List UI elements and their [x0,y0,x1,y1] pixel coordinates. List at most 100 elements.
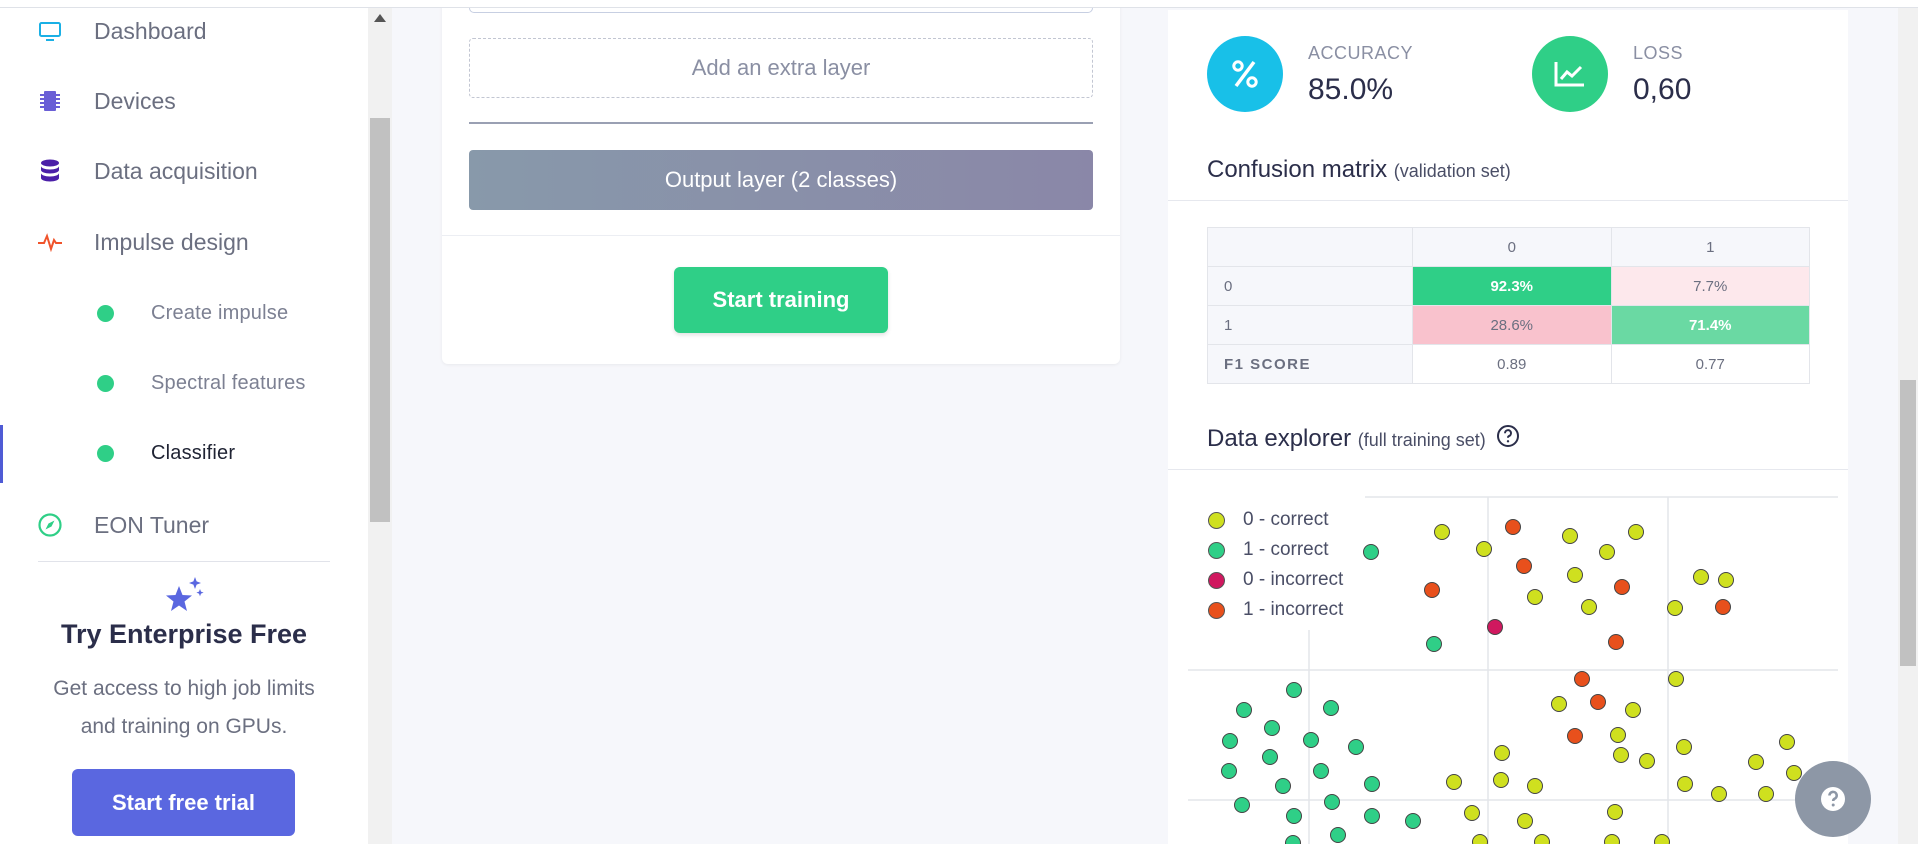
add-extra-layer-button[interactable]: Add an extra layer [469,38,1093,98]
table-row: 1 28.6% 71.4% [1207,305,1810,345]
point-0-correct[interactable] [1779,734,1795,750]
point-1-correct[interactable] [1330,827,1346,843]
point-0-correct[interactable] [1718,572,1734,588]
sidebar-item-label: Devices [94,87,176,114]
point-1-incorrect[interactable] [1614,579,1630,595]
point-0-correct[interactable] [1494,745,1510,761]
status-dot-icon [97,304,114,322]
point-1-correct[interactable] [1313,763,1329,779]
point-1-correct[interactable] [1285,835,1301,844]
point-0-correct[interactable] [1639,753,1655,769]
sidebar-item-devices[interactable]: Devices [0,71,368,131]
legend-item[interactable]: 1 - incorrect [1208,595,1343,625]
sidebar-subitem-label: Create impulse [151,301,289,324]
scroll-up-arrow-icon[interactable] [374,14,386,22]
point-0-correct[interactable] [1446,774,1462,790]
point-1-correct[interactable] [1303,732,1319,748]
point-1-incorrect[interactable] [1424,582,1440,598]
point-0-correct[interactable] [1534,834,1550,844]
point-1-correct[interactable] [1364,776,1380,792]
legend-item[interactable]: 0 - correct [1208,505,1343,535]
loss-value: 0,60 [1633,73,1692,106]
point-0-correct[interactable] [1464,805,1480,821]
sidebar-subitem-spectral-features[interactable]: Spectral features [0,355,368,411]
point-0-correct[interactable] [1517,813,1533,829]
sidebar-subitem-create-impulse[interactable]: Create impulse [0,285,368,341]
start-free-trial-button[interactable]: Start free trial [72,769,295,836]
loss-label: LOSS [1633,43,1684,63]
point-0-correct[interactable] [1527,589,1543,605]
point-0-correct[interactable] [1668,671,1684,687]
point-1-correct[interactable] [1323,700,1339,716]
legend-dot-icon [1208,511,1225,529]
point-1-correct[interactable] [1221,763,1237,779]
point-1-incorrect[interactable] [1516,558,1532,574]
point-1-correct[interactable] [1234,797,1250,813]
point-1-correct[interactable] [1286,682,1302,698]
chart-trend-icon [1532,36,1608,112]
confusion-matrix-table: 0 1 0 92.3% 7.7% 1 28.6% 71.4% F1 SCORE … [1207,227,1810,384]
point-0-incorrect[interactable] [1487,619,1503,635]
point-1-incorrect[interactable] [1590,694,1606,710]
sidebar-item-data-acquisition[interactable]: Data acquisition [0,141,368,201]
point-1-correct[interactable] [1275,778,1291,794]
point-1-correct[interactable] [1262,749,1278,765]
legend-item[interactable]: 1 - correct [1208,535,1343,565]
point-0-correct[interactable] [1628,524,1644,540]
point-1-correct[interactable] [1264,720,1280,736]
point-0-correct[interactable] [1567,567,1583,583]
point-1-correct[interactable] [1324,794,1340,810]
point-0-correct[interactable] [1610,727,1626,743]
point-0-correct[interactable] [1667,600,1683,616]
point-0-correct[interactable] [1472,834,1488,844]
point-1-correct[interactable] [1426,636,1442,652]
point-0-correct[interactable] [1527,778,1543,794]
point-1-incorrect[interactable] [1715,599,1731,615]
help-circle-icon[interactable] [1496,424,1520,455]
point-0-correct[interactable] [1711,786,1727,802]
point-0-correct[interactable] [1581,599,1597,615]
point-1-incorrect[interactable] [1505,519,1521,535]
point-1-incorrect[interactable] [1608,634,1624,650]
point-0-correct[interactable] [1604,834,1620,844]
point-0-correct[interactable] [1758,786,1774,802]
sidebar-item-eon-tuner[interactable]: EON Tuner [0,495,368,555]
point-0-correct[interactable] [1476,541,1492,557]
point-1-correct[interactable] [1222,733,1238,749]
point-0-correct[interactable] [1693,569,1709,585]
point-0-correct[interactable] [1607,804,1623,820]
point-1-incorrect[interactable] [1567,728,1583,744]
sidebar-item-label: EON Tuner [94,511,210,538]
point-0-correct[interactable] [1786,765,1802,781]
sidebar-item-impulse-design[interactable]: Impulse design [0,212,368,272]
point-1-correct[interactable] [1348,739,1364,755]
point-1-correct[interactable] [1364,808,1380,824]
point-0-correct[interactable] [1748,754,1764,770]
help-button[interactable] [1795,761,1871,837]
point-1-incorrect[interactable] [1574,671,1590,687]
point-1-correct[interactable] [1363,544,1379,560]
point-0-correct[interactable] [1677,776,1693,792]
page-scrollbar-thumb[interactable] [1900,380,1916,666]
sidebar-item-dashboard[interactable]: Dashboard [0,1,368,61]
point-0-correct[interactable] [1613,747,1629,763]
sidebar-scrollbar-thumb[interactable] [370,118,390,522]
point-0-correct[interactable] [1676,739,1692,755]
point-1-correct[interactable] [1236,702,1252,718]
point-0-correct[interactable] [1625,702,1641,718]
legend-item[interactable]: 0 - incorrect [1208,565,1343,595]
sidebar-subitem-classifier[interactable]: Classifier [0,425,368,483]
legend-dot-icon [1208,541,1225,559]
point-0-correct[interactable] [1434,524,1450,540]
accuracy-value: 85.0% [1308,73,1394,106]
point-0-correct[interactable] [1562,528,1578,544]
point-0-correct[interactable] [1551,696,1567,712]
point-1-correct[interactable] [1286,808,1302,824]
point-0-correct[interactable] [1493,772,1509,788]
point-0-correct[interactable] [1599,544,1615,560]
section-divider [1168,469,1848,470]
start-training-button[interactable]: Start training [674,267,888,333]
layer-separator [469,122,1093,124]
table-corner-cell [1207,227,1413,267]
point-1-correct[interactable] [1405,813,1421,829]
